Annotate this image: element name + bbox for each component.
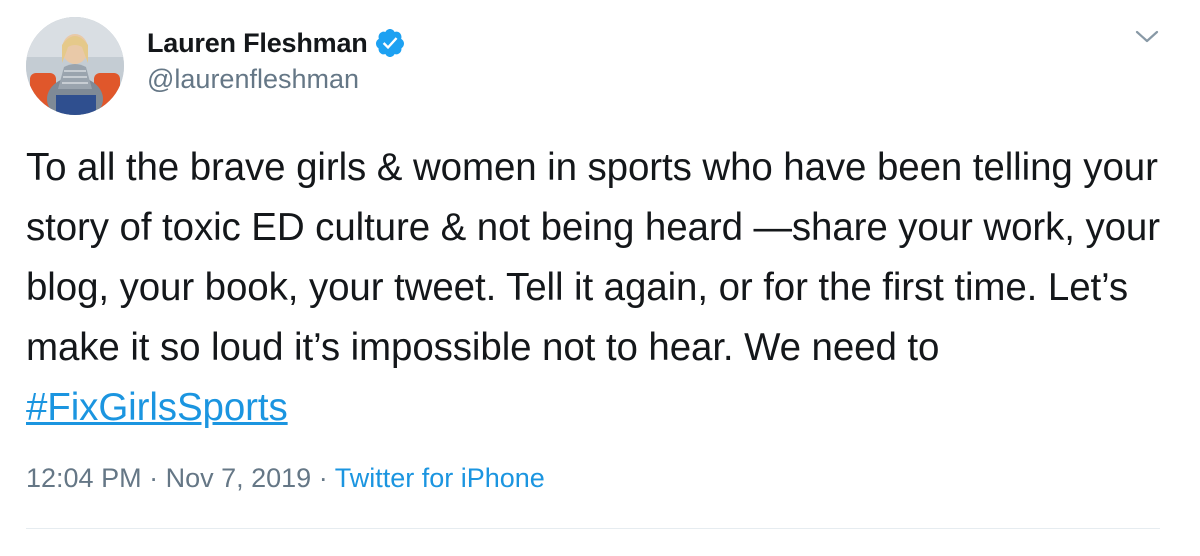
divider bbox=[26, 528, 1160, 529]
author-handle[interactable]: @laurenfleshman bbox=[147, 64, 359, 95]
author-display-name[interactable]: Lauren Fleshman bbox=[147, 28, 368, 59]
verified-badge-icon bbox=[374, 27, 406, 59]
tweet-date[interactable]: Nov 7, 2019 bbox=[166, 463, 312, 493]
avatar-image bbox=[26, 17, 124, 115]
meta-separator: · bbox=[141, 463, 166, 493]
tweet-meta: 12:04 PM · Nov 7, 2019 · Twitter for iPh… bbox=[26, 463, 545, 494]
hashtag-link[interactable]: #FixGirlsSports bbox=[26, 386, 288, 429]
tweet-time[interactable]: 12:04 PM bbox=[26, 463, 142, 493]
tweet-body: To all the brave girls & women in sports… bbox=[26, 146, 1160, 369]
avatar[interactable] bbox=[26, 17, 124, 115]
tweet-text: To all the brave girls & women in sports… bbox=[26, 138, 1176, 438]
tweet-card: Lauren Fleshman @laurenfleshman To all t… bbox=[0, 0, 1200, 556]
tweet-source-link[interactable]: Twitter for iPhone bbox=[335, 463, 545, 493]
chevron-down-icon[interactable] bbox=[1134, 28, 1160, 46]
author-name-row: Lauren Fleshman bbox=[147, 26, 406, 60]
meta-separator: · bbox=[311, 463, 335, 493]
